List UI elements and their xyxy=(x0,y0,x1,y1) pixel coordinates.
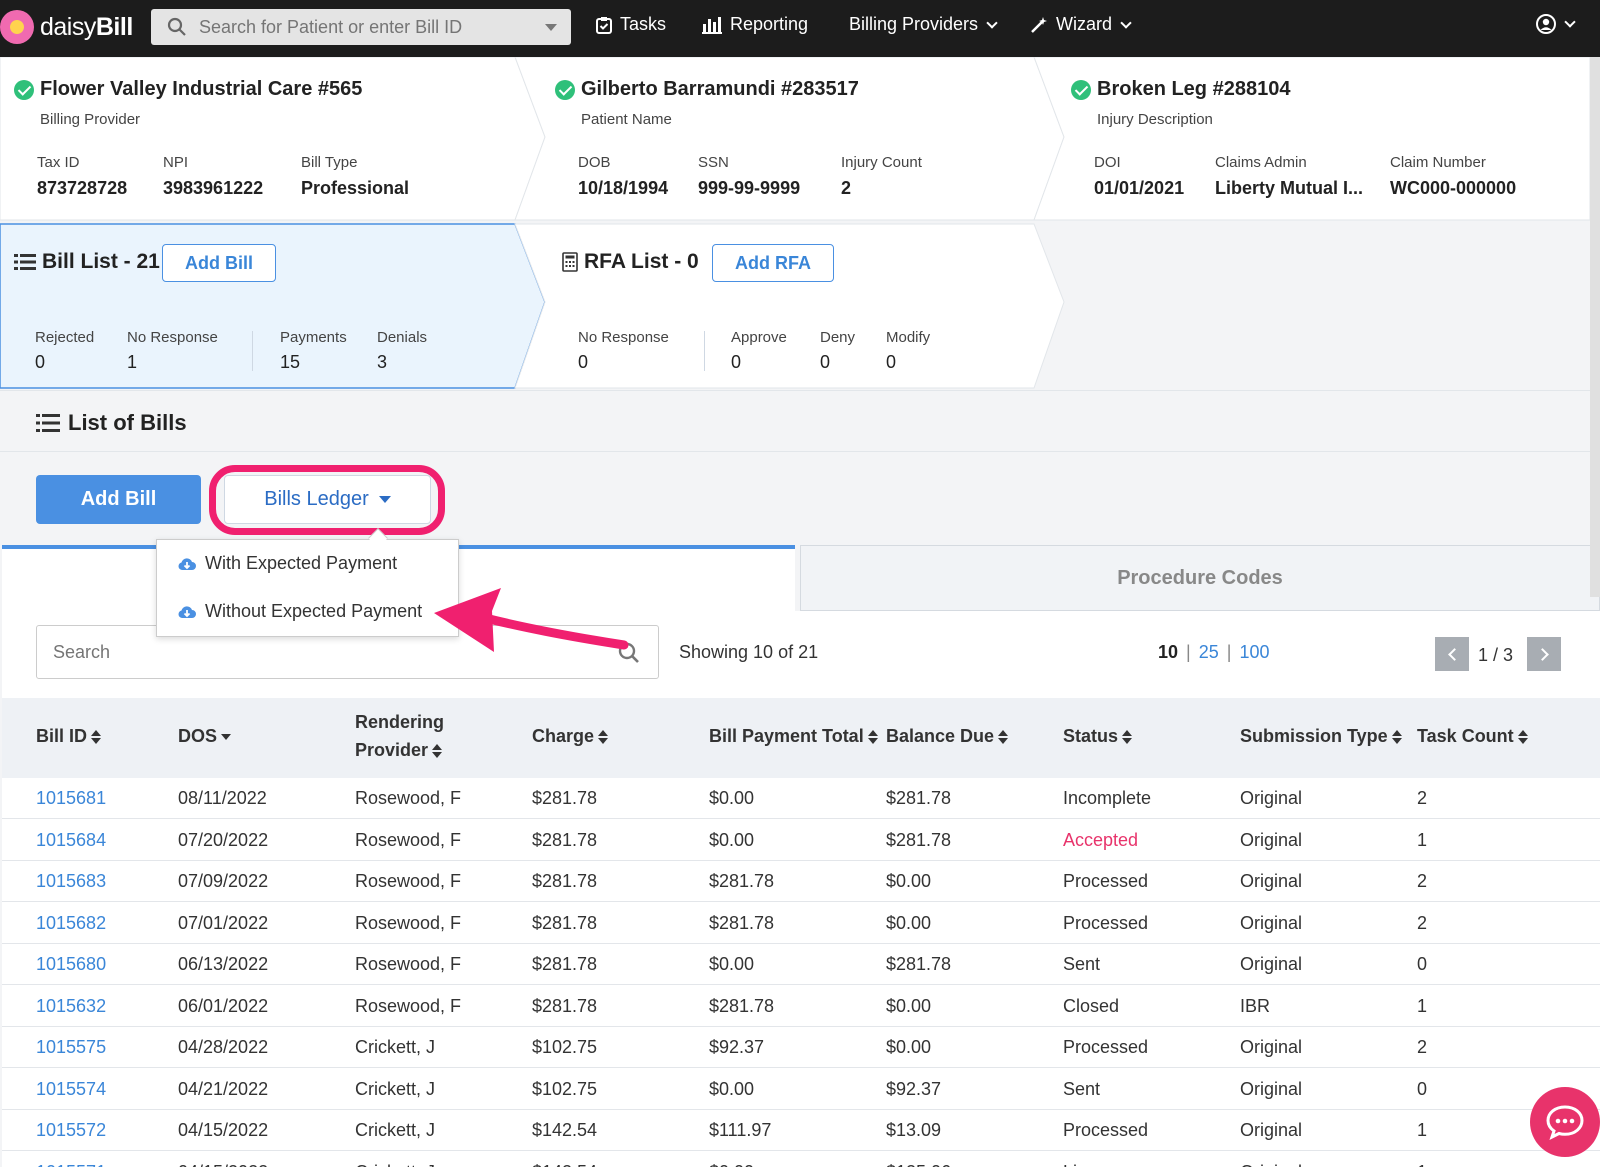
annotation-arrow xyxy=(434,588,629,652)
scrollbar[interactable] xyxy=(1590,57,1600,597)
chat-bubble-icon xyxy=(1546,1105,1584,1140)
chat-button[interactable] xyxy=(1530,1087,1600,1157)
